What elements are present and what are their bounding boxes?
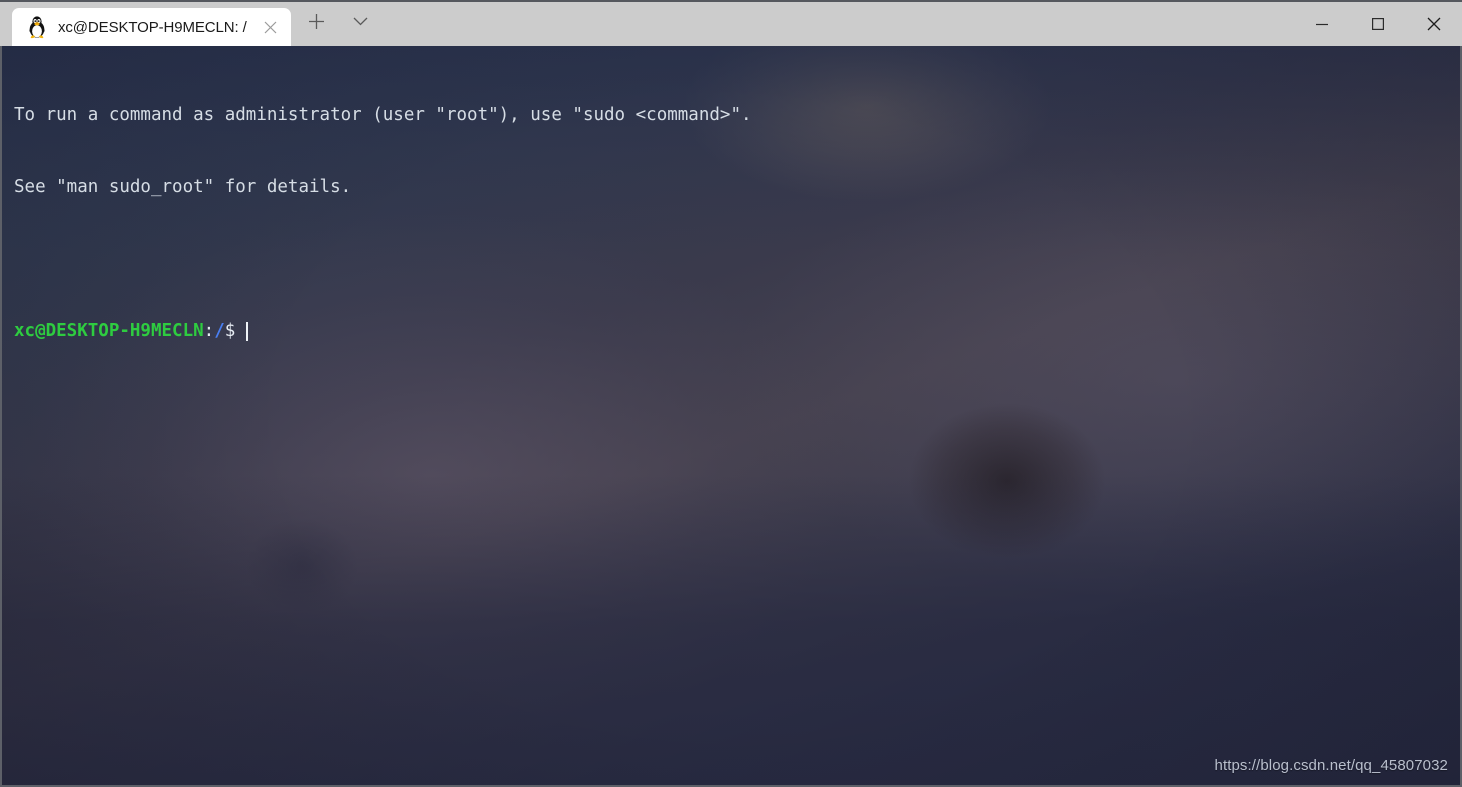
prompt-colon: :: [203, 321, 215, 341]
minimize-button[interactable]: [1294, 2, 1350, 46]
prompt-path: /: [214, 321, 225, 341]
terminal-output-line: See "man sudo_root" for details.: [14, 177, 352, 197]
close-button[interactable]: [1406, 2, 1462, 46]
terminal-screen[interactable]: To run a command as administrator (user …: [2, 46, 1460, 785]
terminal-tab[interactable]: xc@DESKTOP-H9MECLN: /: [12, 8, 291, 46]
terminal-output-line: To run a command as administrator (user …: [14, 105, 752, 125]
chevron-down-icon[interactable]: [341, 4, 381, 38]
terminal-pane[interactable]: To run a command as administrator (user …: [0, 46, 1462, 787]
tab-strip: xc@DESKTOP-H9MECLN: /: [0, 2, 381, 46]
terminal-window: xc@DESKTOP-H9MECLN: / To run a command a…: [0, 0, 1462, 787]
maximize-button[interactable]: [1350, 2, 1406, 46]
watermark-url: https://blog.csdn.net/qq_45807032: [1214, 757, 1448, 774]
window-caption-buttons: [1294, 2, 1462, 46]
text-cursor: [246, 321, 249, 341]
terminal-prompt-line[interactable]: xc@DESKTOP-H9MECLN: / $: [14, 319, 1460, 343]
prompt-user-host: xc@DESKTOP-H9MECLN: [14, 321, 204, 341]
titlebar-drag-area: [381, 45, 1294, 46]
tab-title: xc@DESKTOP-H9MECLN: /: [58, 18, 247, 36]
new-tab-icon[interactable]: [297, 4, 337, 38]
tux-penguin-icon: [29, 16, 45, 39]
tab-close-icon[interactable]: [257, 13, 285, 41]
tab-bar-actions: [297, 0, 381, 46]
prompt-sigil: $: [224, 321, 236, 341]
titlebar: xc@DESKTOP-H9MECLN: /: [0, 0, 1462, 46]
